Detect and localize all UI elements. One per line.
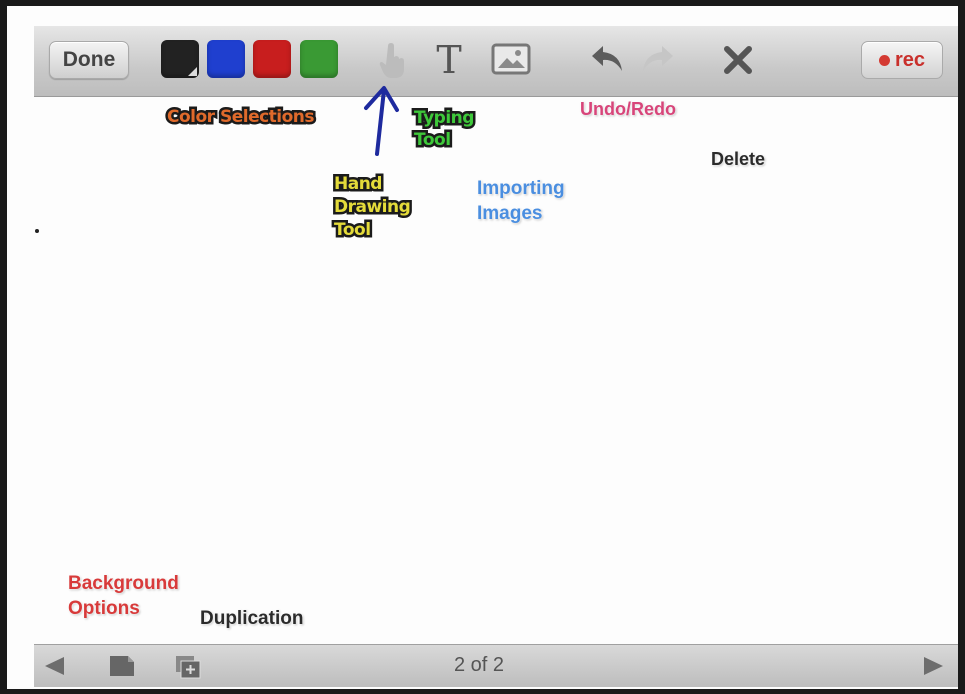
annotation-undo-redo: Undo/Redo xyxy=(580,99,676,119)
annotation-line: Tool xyxy=(412,128,454,153)
annotation-line: Background xyxy=(68,573,179,594)
color-swatch-green[interactable] xyxy=(300,40,338,78)
redo-icon[interactable] xyxy=(640,44,674,74)
annotation-line: Importing xyxy=(477,178,565,199)
record-label: rec xyxy=(894,48,926,71)
annotation-arrow xyxy=(364,86,399,156)
undo-icon[interactable] xyxy=(591,44,625,74)
color-swatch-black[interactable] xyxy=(161,40,199,78)
annotation-line: Images xyxy=(477,203,543,224)
bottom-toolbar: 2 of 2 xyxy=(34,644,958,687)
done-button[interactable]: Done xyxy=(49,41,129,79)
annotation-line: Hand xyxy=(331,172,385,197)
annotation-color-selections: Color Selections xyxy=(164,105,317,130)
annotation-delete: Delete xyxy=(711,149,766,169)
close-icon[interactable] xyxy=(722,44,754,76)
text-tool-icon[interactable]: T xyxy=(432,40,466,78)
color-swatch-blue[interactable] xyxy=(207,40,245,78)
image-icon[interactable] xyxy=(491,43,531,75)
record-button[interactable]: rec xyxy=(861,41,943,79)
background-page-icon[interactable] xyxy=(108,654,136,678)
duplicate-page-icon[interactable] xyxy=(174,654,202,680)
color-menu-corner-icon xyxy=(188,67,197,76)
annotation-background-options: Background Options xyxy=(68,571,179,621)
top-toolbar: Done T rec xyxy=(34,26,958,97)
page-indicator: 2 of 2 xyxy=(454,654,505,676)
canvas-dot xyxy=(35,229,39,233)
annotation-duplication: Duplication xyxy=(200,608,304,629)
annotation-line: Drawing xyxy=(331,195,413,220)
annotation-line: Tool xyxy=(331,218,373,243)
hand-pointer-icon[interactable] xyxy=(377,42,409,80)
record-dot-icon xyxy=(878,54,890,66)
annotation-line: Options xyxy=(68,598,140,619)
annotation-typing-tool: Typing Tool xyxy=(412,106,477,153)
next-page-icon[interactable] xyxy=(920,655,946,677)
annotation-importing-images: Importing Images xyxy=(477,176,565,226)
annotation-line: Typing xyxy=(412,106,477,131)
prev-page-icon[interactable] xyxy=(42,655,68,677)
color-swatch-red[interactable] xyxy=(253,40,291,78)
svg-text:T: T xyxy=(436,40,461,78)
annotation-hand-drawing-tool: Hand Drawing Tool xyxy=(331,172,413,243)
